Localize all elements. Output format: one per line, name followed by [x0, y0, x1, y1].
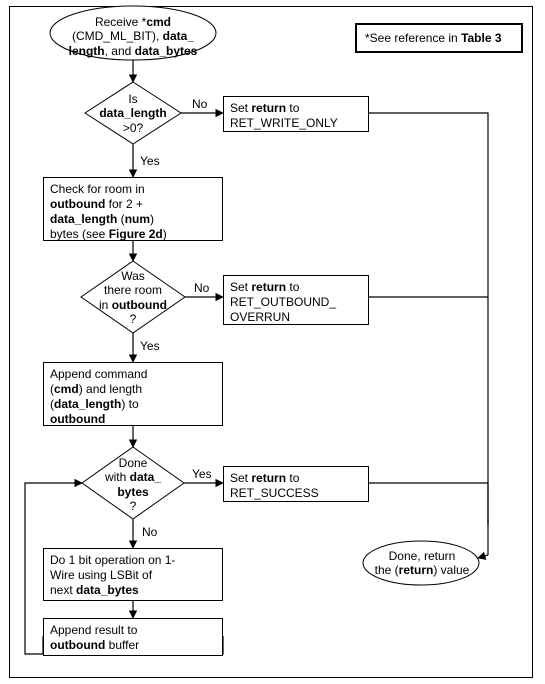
d2-yes-label: Yes — [140, 339, 160, 353]
d3-no-label: No — [142, 525, 157, 539]
note-text: *See reference in — [365, 31, 461, 45]
d1-no-label: No — [192, 97, 207, 111]
d1-yes-label: Yes — [140, 154, 160, 168]
process-append-cmd-len: Append command (cmd) and length (data_le… — [43, 362, 223, 426]
process-append-result: Append result to outbound buffer — [43, 618, 223, 656]
process-ret-write-only: Set return to RET_WRITE_ONLY — [223, 96, 369, 132]
process-do-1bit: Do 1 bit operation on 1- Wire using LSBi… — [43, 548, 223, 601]
note-reference: *See reference in Table 3 — [355, 23, 523, 53]
d3-yes-label: Yes — [192, 467, 212, 481]
process-ret-outbound-overrun: Set return to RET_OUTBOUND_ OVERRUN — [223, 275, 369, 325]
start-text: Receive *cmd (CMD_ML_BIT), data_ length,… — [55, 15, 211, 58]
d3-text: Done with data_ bytes ? — [98, 456, 168, 514]
process-check-room: Check for room in outbound for 2 + data_… — [43, 177, 223, 241]
process-ret-success: Set return to RET_SUCCESS — [223, 466, 369, 502]
d1-text: Is data_length >0? — [92, 92, 174, 135]
end-text: Done, return the (return) value — [370, 549, 474, 578]
note-bold: Table 3 — [461, 31, 501, 45]
flowchart-root: { "note": { "prefix": "*See reference in… — [0, 0, 545, 684]
d2-no-label: No — [194, 281, 209, 295]
d2-text: Was there room in outbound ? — [90, 269, 176, 327]
